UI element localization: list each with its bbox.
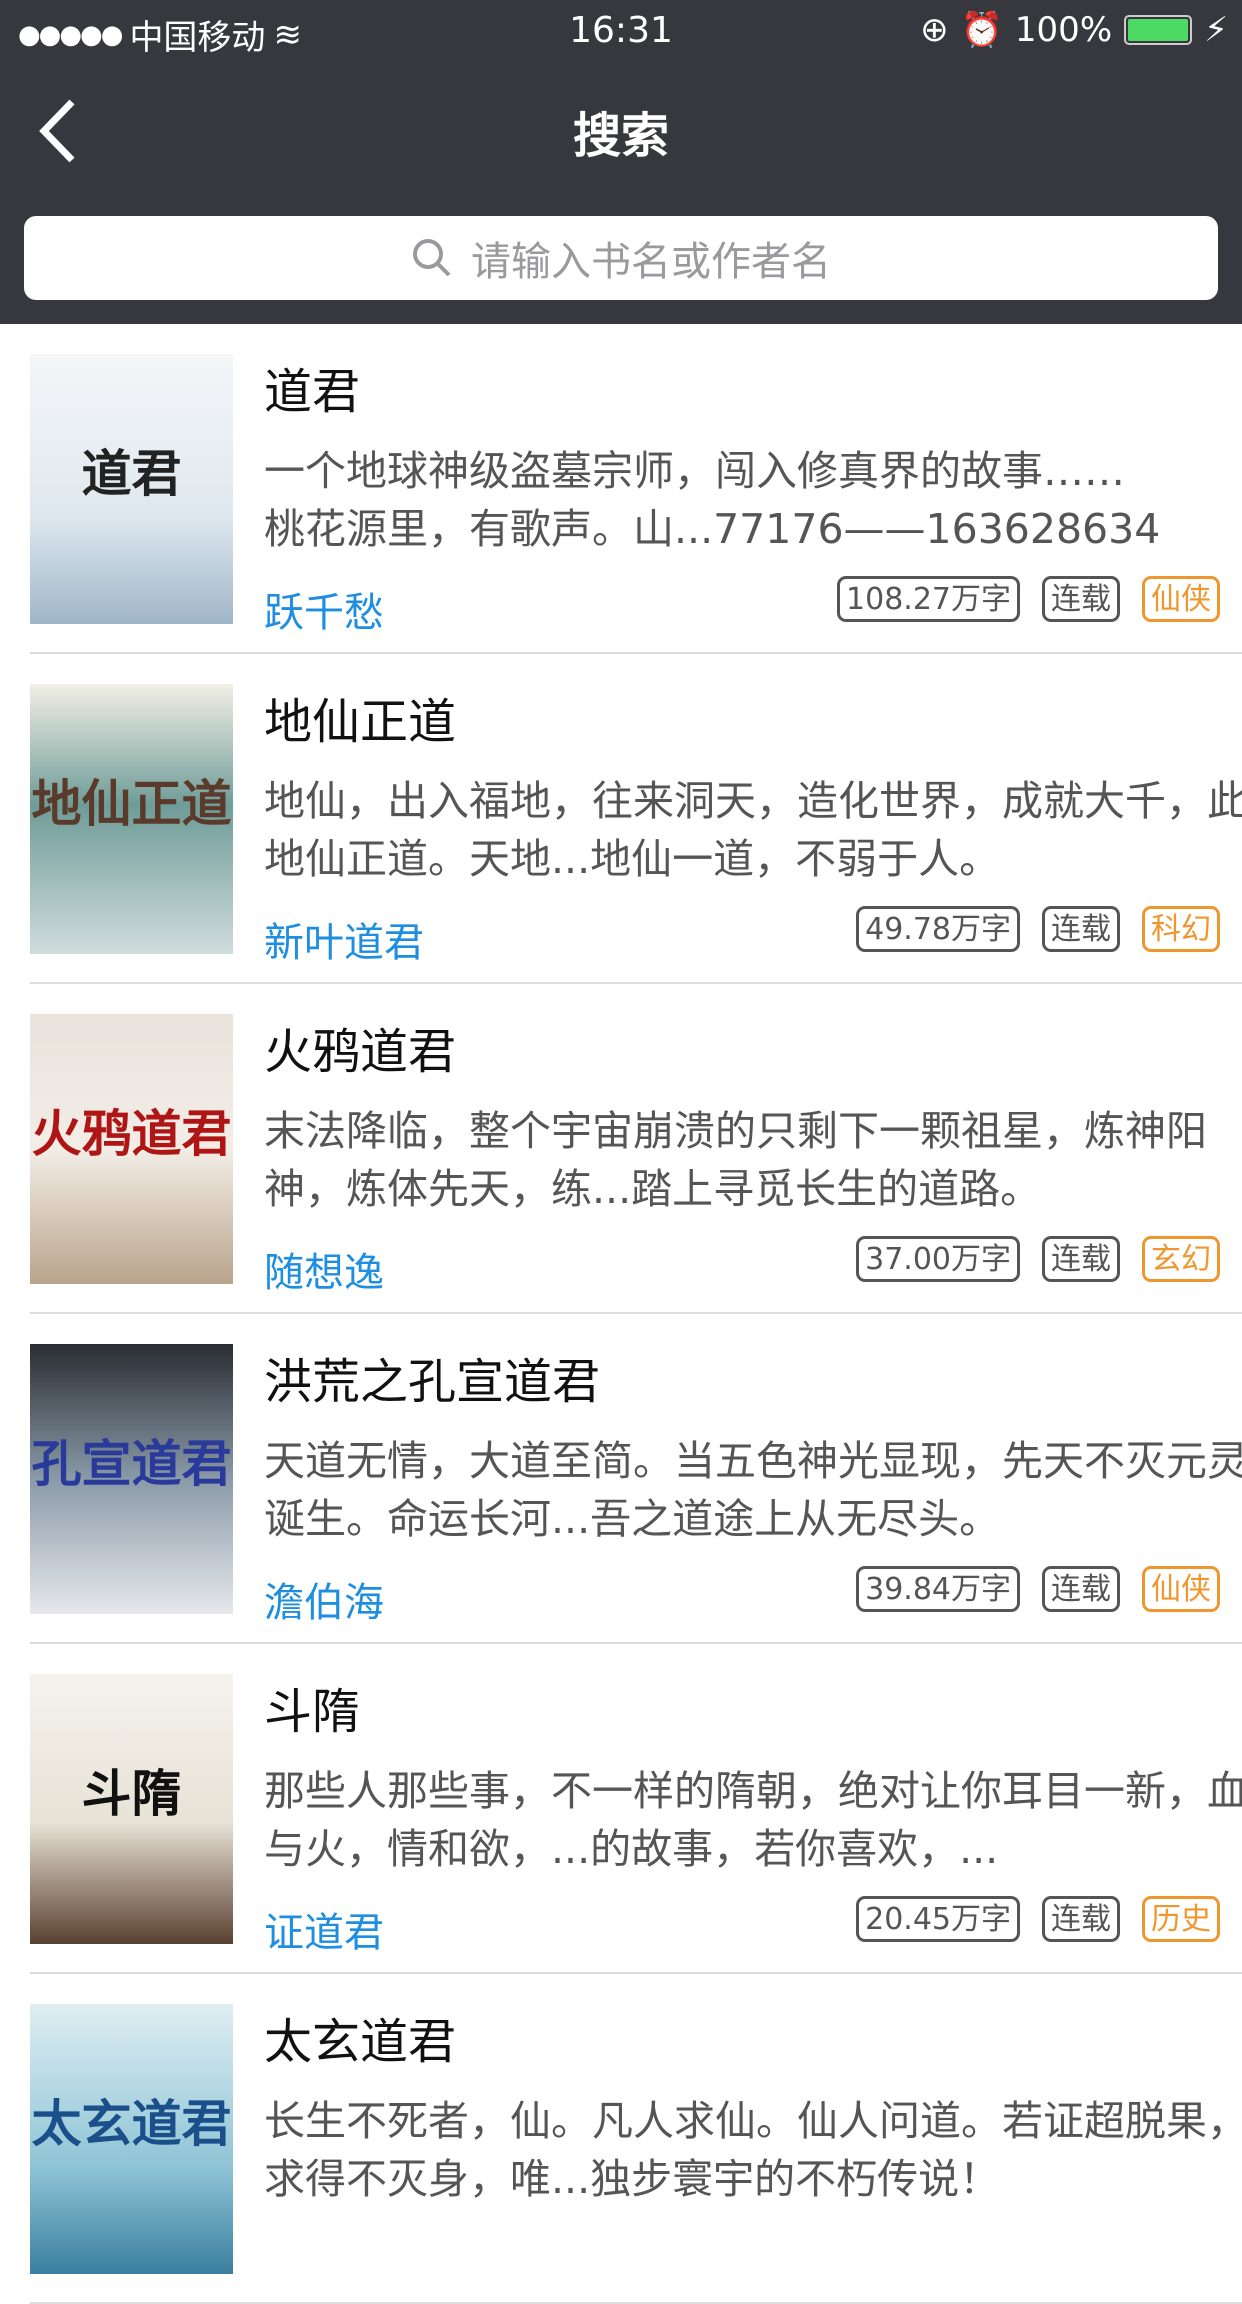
book-author[interactable]: 证道君 (264, 1900, 384, 1958)
book-description: 长生不死者，仙。凡人求仙。仙人问道。若证超脱果，求得不灭身，唯...独步寰宇的不… (264, 2097, 1242, 2203)
status-badge: 连载 (1042, 1566, 1120, 1612)
cover-art-text: 太玄道君 (31, 2094, 232, 2153)
book-list: 道君 道君 一个地球神级盗墓宗师，闯入修真界的故事…… 桃花源里，有歌声。山..… (0, 324, 1242, 2304)
book-description: 天道无情，大道至简。当五色神光显现，先天不灭元灵诞生。命运长河...吾之道途上从… (264, 1437, 1242, 1543)
header: ●●●●● 中国移动 ≋ 16:31 ⊕ ⏰ 100% ⚡ 搜索 请输入书名或作者名 (0, 0, 1242, 324)
book-author[interactable]: 跃千愁 (264, 580, 384, 638)
cover-art-text: 地仙正道 (31, 774, 232, 833)
category-badge: 科幻 (1142, 906, 1220, 952)
book-title: 道君 (264, 364, 361, 420)
cover-art-text: 斗隋 (81, 1764, 182, 1823)
alarm-icon: ⏰ (960, 10, 1003, 50)
battery-icon (1124, 15, 1193, 45)
status-bar: ●●●●● 中国移动 ≋ 16:31 ⊕ ⏰ 100% ⚡ (0, 0, 1242, 62)
book-list-item[interactable]: 孔宣道君 洪荒之孔宣道君 天道无情，大道至简。当五色神光显现，先天不灭元灵诞生。… (30, 1314, 1242, 1644)
book-cover[interactable]: 孔宣道君 (30, 1344, 233, 1614)
book-author[interactable]: 新叶道君 (264, 910, 424, 968)
search-icon (413, 239, 451, 277)
charging-icon: ⚡ (1204, 10, 1228, 50)
book-title: 地仙正道 (264, 694, 457, 750)
status-badge: 连载 (1042, 1236, 1120, 1282)
book-title: 火鸦道君 (264, 1024, 457, 1080)
category-badge: 仙侠 (1142, 576, 1220, 622)
book-title: 太玄道君 (264, 2014, 457, 2070)
book-title: 斗隋 (264, 1684, 361, 1740)
book-tags: 49.78万字 连载 科幻 (856, 906, 1220, 952)
book-description: 地仙，出入福地，往来洞天，造化世界，成就大千，此地仙正道。天地...地仙一道，不… (264, 777, 1242, 883)
book-tags: 20.45万字 连载 历史 (856, 1896, 1220, 1942)
battery-percent: 100% (1014, 10, 1113, 50)
category-badge: 历史 (1142, 1896, 1220, 1942)
category-badge: 仙侠 (1142, 1566, 1220, 1612)
book-tags: 37.00万字 连载 玄幻 (856, 1236, 1220, 1282)
book-cover[interactable]: 道君 (30, 354, 233, 624)
rotation-lock-icon: ⊕ (920, 10, 949, 50)
book-cover[interactable]: 地仙正道 (30, 684, 233, 954)
search-input[interactable]: 请输入书名或作者名 (24, 216, 1218, 300)
book-description: 一个地球神级盗墓宗师，闯入修真界的故事…… 桃花源里，有歌声。山...77176… (264, 447, 1161, 553)
book-description: 末法降临，整个宇宙崩溃的只剩下一颗祖星，炼神阳神，炼体先天，练...踏上寻觅长生… (264, 1107, 1207, 1213)
book-cover[interactable]: 太玄道君 (30, 2004, 233, 2274)
book-author[interactable]: 澹伯海 (264, 1570, 384, 1628)
book-tags: 108.27万字 连载 仙侠 (837, 576, 1220, 622)
book-list-item[interactable]: 道君 道君 一个地球神级盗墓宗师，闯入修真界的故事…… 桃花源里，有歌声。山..… (30, 324, 1242, 654)
book-cover[interactable]: 火鸦道君 (30, 1014, 233, 1284)
cover-art-text: 孔宣道君 (31, 1434, 232, 1493)
book-cover[interactable]: 斗隋 (30, 1674, 233, 1944)
status-badge: 连载 (1042, 906, 1120, 952)
status-badge: 连载 (1042, 1896, 1120, 1942)
book-description: 那些人那些事，不一样的隋朝，绝对让你耳目一新，血与火，情和欲，...的故事，若你… (264, 1767, 1242, 1873)
status-badge: 连载 (1042, 576, 1120, 622)
book-list-item[interactable]: 地仙正道 地仙正道 地仙，出入福地，往来洞天，造化世界，成就大千，此地仙正道。天… (30, 654, 1242, 984)
book-list-item[interactable]: 斗隋 斗隋 那些人那些事，不一样的隋朝，绝对让你耳目一新，血与火，情和欲，...… (30, 1644, 1242, 1974)
word-count-badge: 39.84万字 (856, 1566, 1020, 1612)
book-list-item[interactable]: 火鸦道君 火鸦道君 末法降临，整个宇宙崩溃的只剩下一颗祖星，炼神阳神，炼体先天，… (30, 984, 1242, 1314)
book-list-item[interactable]: 太玄道君 太玄道君 长生不死者，仙。凡人求仙。仙人问道。若证超脱果，求得不灭身，… (30, 1974, 1242, 2304)
word-count-badge: 49.78万字 (856, 906, 1020, 952)
cover-art-text: 火鸦道君 (31, 1104, 232, 1163)
word-count-badge: 20.45万字 (856, 1896, 1020, 1942)
word-count-badge: 37.00万字 (856, 1236, 1020, 1282)
page-title: 搜索 (572, 108, 669, 164)
category-badge: 玄幻 (1142, 1236, 1220, 1282)
book-author[interactable]: 随想逸 (264, 1240, 384, 1298)
search-placeholder: 请输入书名或作者名 (471, 239, 831, 285)
book-tags: 39.84万字 连载 仙侠 (856, 1566, 1220, 1612)
book-title: 洪荒之孔宣道君 (264, 1354, 601, 1410)
word-count-badge: 108.27万字 (837, 576, 1020, 622)
cover-art-text: 道君 (81, 444, 182, 503)
